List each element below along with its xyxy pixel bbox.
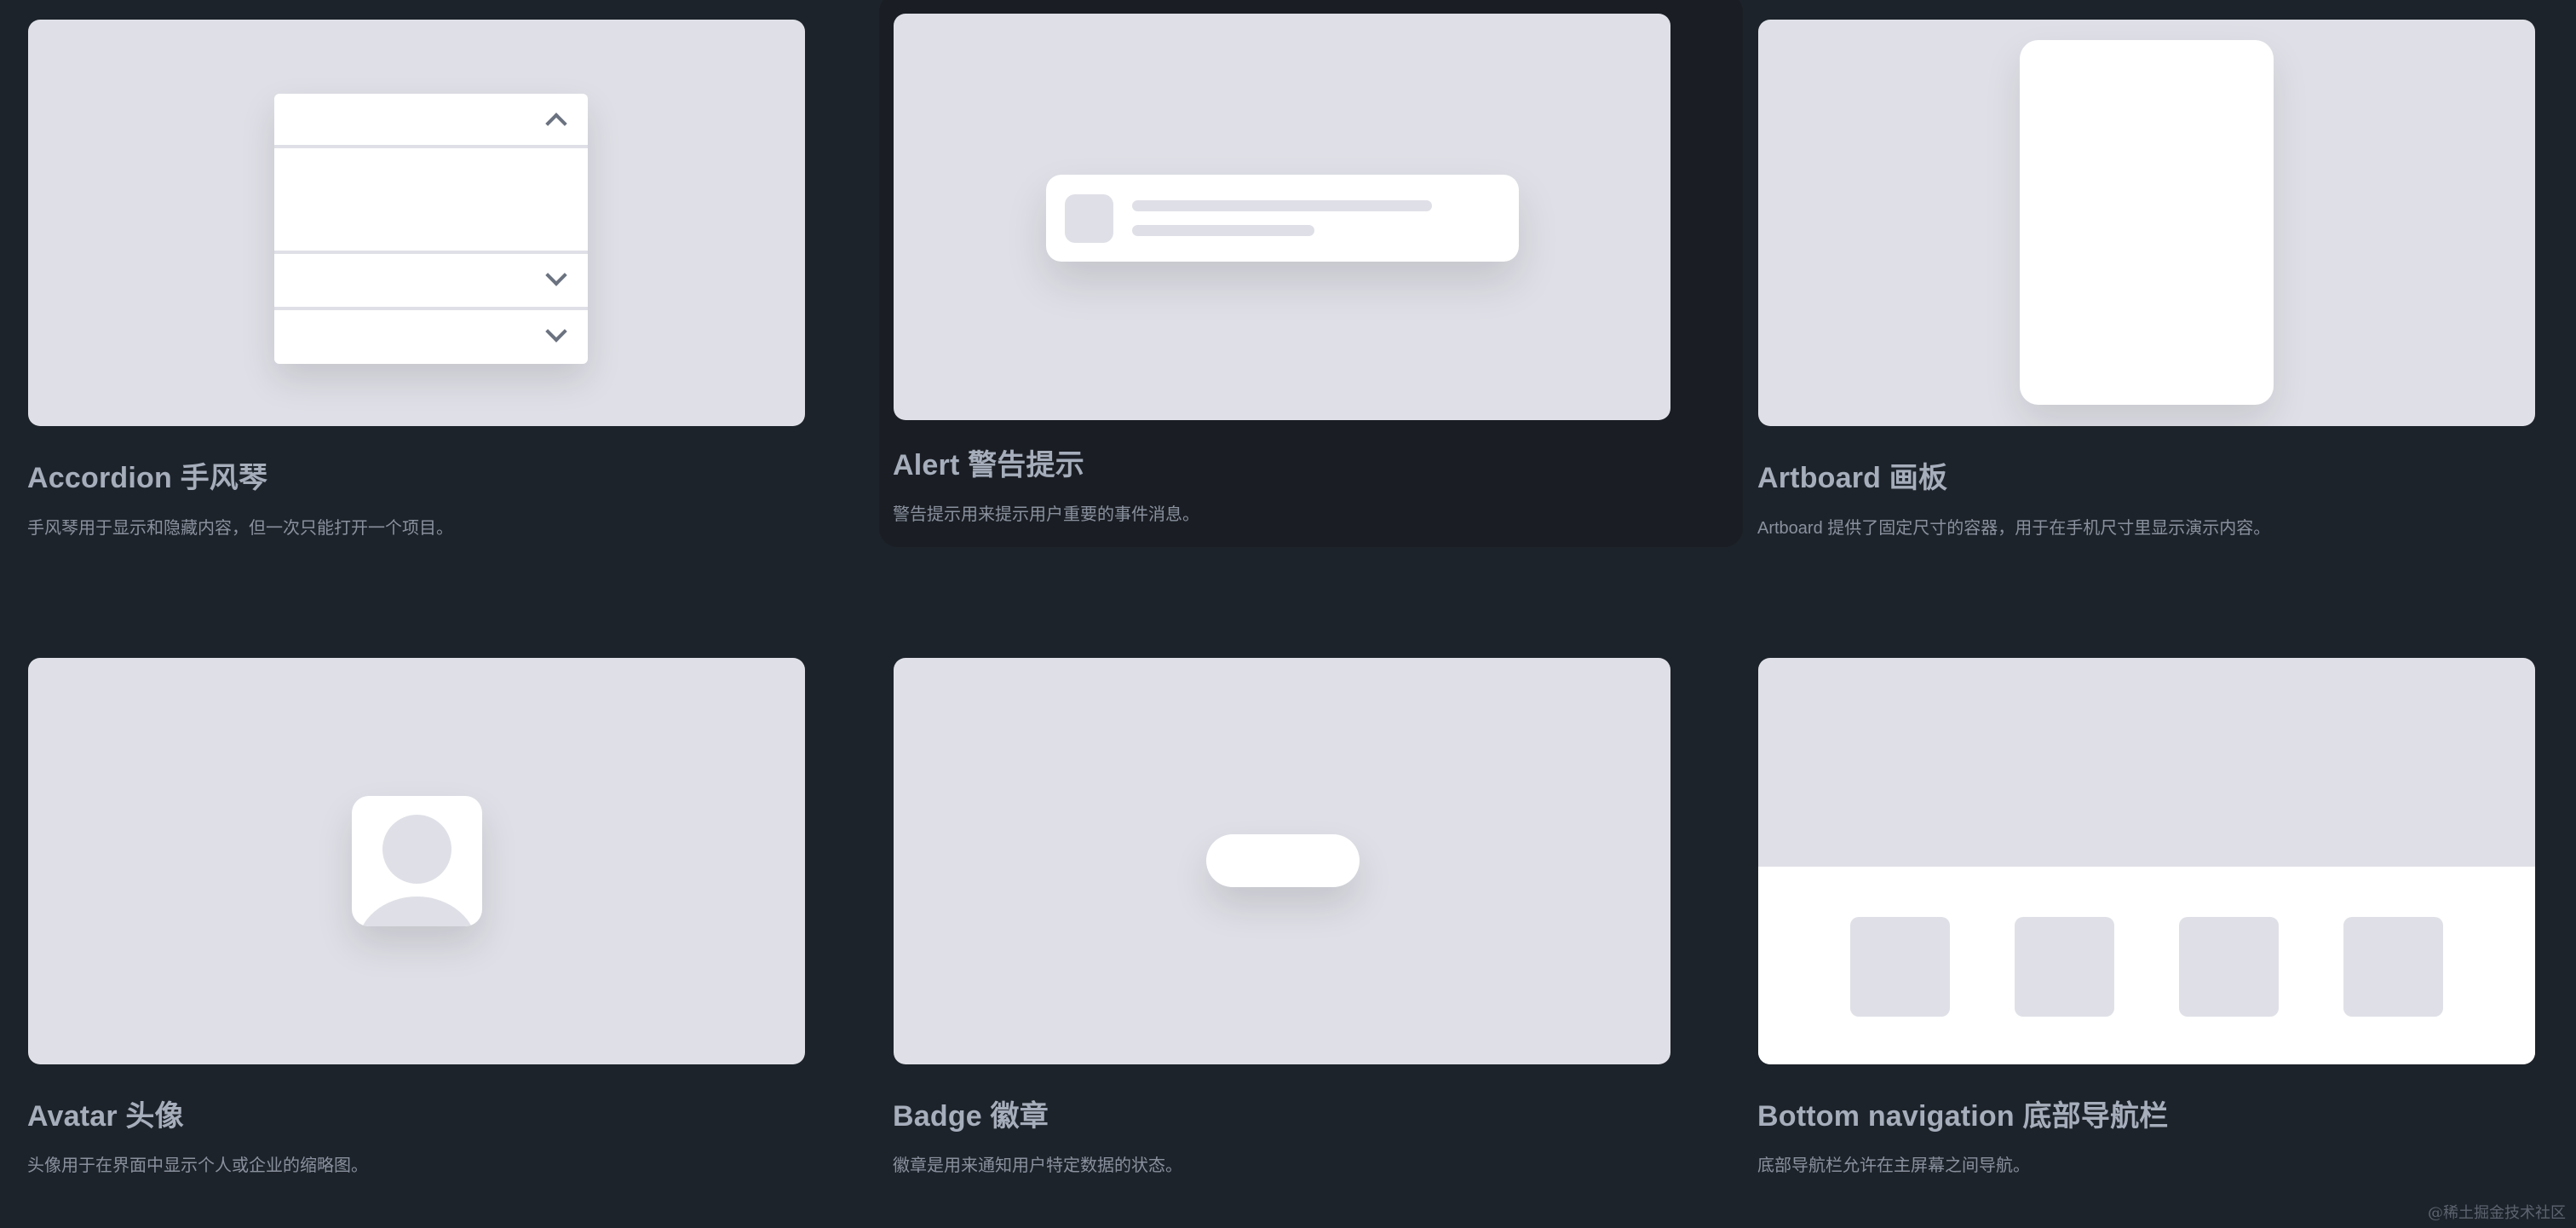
- bottom-navigation-item: [2179, 917, 2279, 1017]
- accordion-illustration: [274, 94, 588, 364]
- accordion-row-collapsed: [274, 310, 588, 364]
- chevron-up-icon: [545, 112, 567, 135]
- accordion-row-collapsed: [274, 254, 588, 310]
- chevron-down-icon: [545, 264, 567, 286]
- alert-placeholder-icon: [1065, 194, 1113, 243]
- artboard-phone-illustration: [2020, 40, 2274, 405]
- watermark: @稀土掘金技术社区: [2428, 1204, 2566, 1222]
- bottom-navigation-bar-illustration: [1758, 867, 2535, 1064]
- preview-alert[interactable]: [894, 14, 1670, 420]
- avatar-body: [357, 896, 477, 926]
- component-gallery: Accordion 手风琴 手风琴用于显示和隐藏内容，但一次只能打开一个项目。 …: [0, 0, 2576, 1228]
- card-alert[interactable]: Alert 警告提示 警告提示用来提示用户重要的事件消息。: [879, 0, 1743, 547]
- preview-accordion[interactable]: [28, 20, 805, 426]
- card-title[interactable]: Avatar 头像: [27, 1093, 184, 1134]
- card-title[interactable]: Accordion 手风琴: [27, 454, 267, 496]
- preview-artboard[interactable]: [1758, 20, 2535, 426]
- card-description: 手风琴用于显示和隐藏内容，但一次只能打开一个项目。: [27, 519, 453, 538]
- card-title[interactable]: Badge 徽章: [893, 1093, 1049, 1134]
- card-description: Artboard 提供了固定尺寸的容器，用于在手机尺寸里显示演示内容。: [1757, 519, 2271, 538]
- preview-avatar[interactable]: [28, 658, 805, 1064]
- card-description: 底部导航栏允许在主屏幕之间导航。: [1757, 1156, 2030, 1175]
- avatar-placeholder-icon: [352, 796, 482, 926]
- preview-bottom-navigation[interactable]: [1758, 658, 2535, 1064]
- card-badge[interactable]: Badge 徽章 徽章是用来通知用户特定数据的状态。: [879, 644, 1743, 1198]
- card-avatar[interactable]: Avatar 头像 头像用于在界面中显示个人或企业的缩略图。: [14, 644, 877, 1198]
- card-title[interactable]: Bottom navigation 底部导航栏: [1757, 1093, 2168, 1134]
- accordion-row-content: [274, 148, 588, 254]
- card-description: 徽章是用来通知用户特定数据的状态。: [893, 1156, 1182, 1175]
- card-artboard[interactable]: Artboard 画板 Artboard 提供了固定尺寸的容器，用于在手机尺寸里…: [1744, 7, 2576, 561]
- card-bottom-navigation[interactable]: Bottom navigation 底部导航栏 底部导航栏允许在主屏幕之间导航。: [1744, 644, 2576, 1198]
- bottom-navigation-item: [2343, 917, 2443, 1017]
- bottom-navigation-item: [1850, 917, 1950, 1017]
- alert-text-line: [1132, 200, 1432, 211]
- chevron-down-icon: [545, 320, 567, 343]
- card-accordion[interactable]: Accordion 手风琴 手风琴用于显示和隐藏内容，但一次只能打开一个项目。: [14, 7, 877, 561]
- preview-badge[interactable]: [894, 658, 1670, 1064]
- card-description: 头像用于在界面中显示个人或企业的缩略图。: [27, 1156, 368, 1175]
- alert-illustration: [1046, 175, 1519, 262]
- card-title[interactable]: Artboard 画板: [1757, 454, 1947, 496]
- accordion-row-open: [274, 94, 588, 148]
- alert-text-line: [1132, 225, 1314, 236]
- card-description: 警告提示用来提示用户重要的事件消息。: [893, 505, 1199, 524]
- card-title[interactable]: Alert 警告提示: [893, 441, 1084, 483]
- avatar-head: [382, 815, 451, 884]
- bottom-navigation-item: [2015, 917, 2114, 1017]
- badge-illustration: [1206, 834, 1360, 887]
